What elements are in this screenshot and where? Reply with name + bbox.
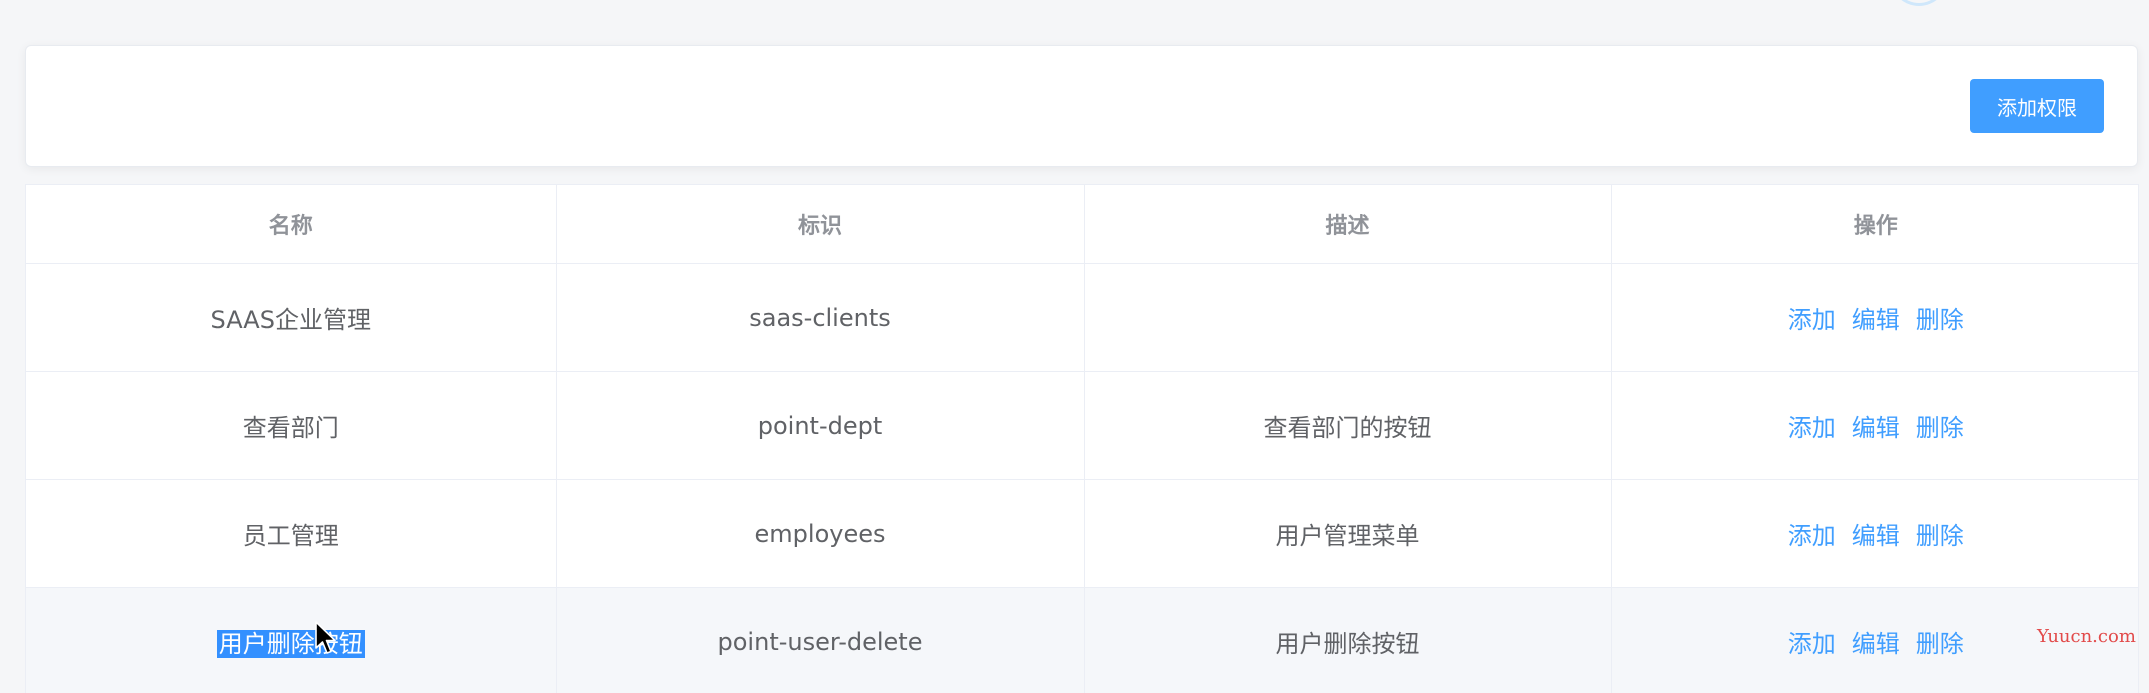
delete-link[interactable]: 删除 xyxy=(1916,408,1964,443)
edit-link[interactable]: 编辑 xyxy=(1852,516,1900,551)
table-row: SAAS企业管理 saas-clients 添加 编辑 删除 xyxy=(26,263,2138,372)
delete-link[interactable]: 删除 xyxy=(1916,516,1964,551)
table-row: 用户删除按钮 point-user-delete 用户删除按钮 添加 编辑 删除 xyxy=(26,587,2138,693)
table-row: 查看部门 point-dept 查看部门的按钮 添加 编辑 删除 xyxy=(26,371,2138,480)
edit-link[interactable]: 编辑 xyxy=(1852,624,1900,659)
header-name: 名称 xyxy=(26,185,557,264)
table-row: 员工管理 employees 用户管理菜单 添加 编辑 删除 xyxy=(26,479,2138,588)
cell-actions: 添加 编辑 删除 xyxy=(1611,263,2138,372)
edit-link[interactable]: 编辑 xyxy=(1852,408,1900,443)
cell-name-text: SAAS企业管理 xyxy=(210,306,371,334)
cell-actions: 添加 编辑 删除 xyxy=(1611,479,2138,588)
cell-name: 员工管理 xyxy=(26,479,557,588)
cell-description: 用户删除按钮 xyxy=(1084,587,1612,693)
cell-name-text: 查看部门 xyxy=(242,414,339,442)
cell-name-text: 员工管理 xyxy=(242,522,339,550)
cell-name-text-selected: 用户删除按钮 xyxy=(216,630,365,658)
cell-actions: 添加 编辑 删除 xyxy=(1611,371,2138,480)
add-link[interactable]: 添加 xyxy=(1788,408,1836,443)
cell-code: point-user-delete xyxy=(556,587,1085,693)
cell-description xyxy=(1084,263,1612,372)
avatar-edge xyxy=(1890,0,1948,6)
cell-description: 查看部门的按钮 xyxy=(1084,371,1612,480)
cell-code: employees xyxy=(556,479,1085,588)
add-link[interactable]: 添加 xyxy=(1788,624,1836,659)
watermark: Yuucn.com xyxy=(2037,626,2136,647)
header-actions: 操作 xyxy=(1611,185,2138,264)
delete-link[interactable]: 删除 xyxy=(1916,624,1964,659)
cell-name: 用户删除按钮 xyxy=(26,587,557,693)
delete-link[interactable]: 删除 xyxy=(1916,300,1964,335)
permissions-table: 名称 标识 描述 操作 SAAS企业管理 saas-clients 添加 编辑 删除… xyxy=(25,184,2139,693)
header-code: 标识 xyxy=(556,185,1085,264)
cell-code: saas-clients xyxy=(556,263,1085,372)
add-link[interactable]: 添加 xyxy=(1788,516,1836,551)
table-header-row: 名称 标识 描述 操作 xyxy=(26,185,2138,264)
edit-link[interactable]: 编辑 xyxy=(1852,300,1900,335)
table: 名称 标识 描述 操作 SAAS企业管理 saas-clients 添加 编辑 删除… xyxy=(26,185,2138,693)
toolbar-card: 添加权限 xyxy=(25,45,2138,167)
header-description: 描述 xyxy=(1084,185,1612,264)
cell-code: point-dept xyxy=(556,371,1085,480)
cell-name: 查看部门 xyxy=(26,371,557,480)
add-link[interactable]: 添加 xyxy=(1788,300,1836,335)
add-permission-button[interactable]: 添加权限 xyxy=(1970,79,2104,133)
cell-name: SAAS企业管理 xyxy=(26,263,557,372)
cell-description: 用户管理菜单 xyxy=(1084,479,1612,588)
